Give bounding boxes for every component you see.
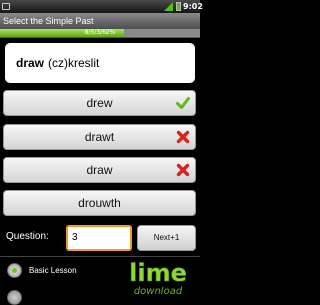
page-title: Select the Simple Past: [3, 16, 94, 26]
answer-button-3[interactable]: draw: [3, 157, 196, 183]
lime-download-watermark: lime download: [129, 259, 187, 297]
question-label: Question:: [6, 231, 49, 242]
radio-selected-dot: [12, 268, 17, 273]
answer-label: drawt: [84, 130, 115, 144]
answer-button-2[interactable]: drawt: [3, 124, 196, 150]
answer-label: drouwth: [78, 196, 121, 210]
signal-icon: [164, 2, 173, 11]
word-translation: (cz)kreslit: [48, 56, 100, 70]
word-card: draw (cz)kreslit: [5, 43, 195, 83]
check-icon: [176, 97, 190, 109]
lesson-option-radio[interactable]: [7, 290, 22, 305]
notification-icon: [2, 3, 10, 10]
answer-button-1[interactable]: drew: [3, 90, 196, 116]
basic-lesson-label: Basic Lesson: [29, 266, 77, 275]
next-button[interactable]: Next+1: [137, 225, 196, 251]
status-time: 9:02: [183, 2, 203, 11]
progress-bar: 8/5/3/62%: [0, 29, 200, 38]
question-number-input[interactable]: 3: [66, 225, 132, 251]
answer-label: drew: [86, 96, 113, 110]
basic-lesson-radio[interactable]: [7, 263, 22, 278]
answer-button-4[interactable]: drouwth: [3, 190, 196, 216]
svg-text:lime: lime: [129, 259, 187, 287]
answer-label: draw: [86, 163, 113, 177]
status-bar: 9:02: [0, 0, 203, 13]
cross-icon: [176, 130, 190, 144]
cross-icon: [176, 163, 190, 177]
svg-text:download: download: [134, 286, 183, 297]
battery-icon: [176, 2, 181, 11]
title-bar: Select the Simple Past: [0, 13, 200, 29]
word-text: draw: [16, 56, 45, 70]
progress-label: 8/5/3/62%: [84, 29, 116, 36]
